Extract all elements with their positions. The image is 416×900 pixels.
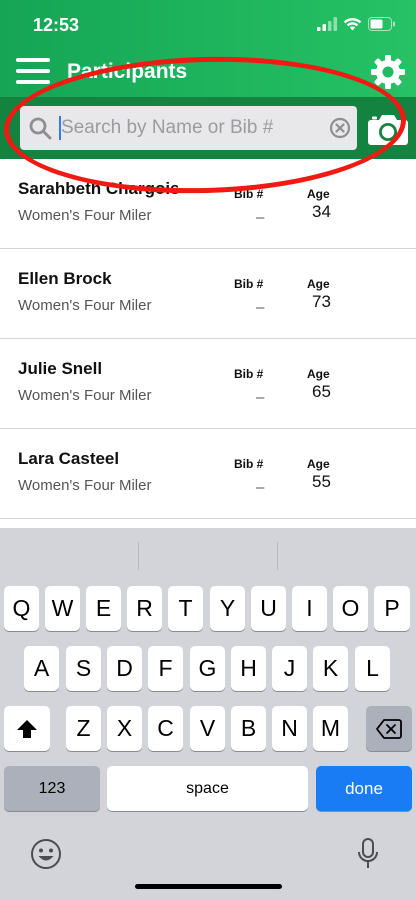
key-i[interactable]: I [292,586,327,631]
age-label: Age [307,277,330,291]
key-p[interactable]: P [374,586,410,631]
participant-name: Sarahbeth Chargois [18,179,178,198]
age-value: 73 [312,292,331,311]
on-screen-keyboard: Q W E R T Y U I O P A S D F G H J K L Z … [0,528,416,900]
page-title: Participants [67,60,188,83]
emoji-icon[interactable] [30,838,62,870]
key-r[interactable]: R [127,586,162,631]
camera-icon[interactable] [367,112,409,146]
key-n[interactable]: N [272,706,307,751]
participant-row[interactable]: Julie Snell Women's Four Miler Bib # – A… [0,339,416,429]
status-time: 12:53 [33,15,80,35]
predictive-bar [0,528,416,584]
participant-name: Julie Snell [18,359,103,378]
key-h[interactable]: H [231,646,266,691]
participant-name: Lara Casteel [18,449,120,468]
numbers-key[interactable]: 123 [4,766,100,811]
bib-label: Bib # [234,187,264,201]
age-label: Age [307,457,330,471]
key-s[interactable]: S [66,646,101,691]
bib-value: – [256,209,265,226]
key-z[interactable]: Z [66,706,101,751]
search-icon [29,117,52,140]
key-u[interactable]: U [251,586,286,631]
bib-value: – [256,479,265,496]
search-box[interactable] [20,106,357,150]
done-key[interactable]: done [316,766,412,811]
key-f[interactable]: F [148,646,183,691]
key-k[interactable]: K [313,646,348,691]
shift-icon [17,719,37,738]
key-b[interactable]: B [231,706,266,751]
participant-list: Sarahbeth Chargois Women's Four Miler Bi… [0,159,416,519]
age-label: Age [307,187,330,201]
wifi-icon [343,17,362,31]
key-y[interactable]: Y [210,586,245,631]
key-d[interactable]: D [107,646,142,691]
bib-label: Bib # [234,367,264,381]
cellular-signal-icon [317,17,337,31]
clear-icon[interactable] [329,117,351,139]
backspace-icon [376,718,402,739]
bib-value: – [256,299,265,316]
age-value: 65 [312,382,331,401]
participant-row[interactable]: Sarahbeth Chargois Women's Four Miler Bi… [0,159,416,249]
key-a[interactable]: A [24,646,59,691]
key-x[interactable]: X [107,706,142,751]
status-bar: 12:53 [0,0,416,50]
age-value: 55 [312,472,331,491]
participant-race: Women's Four Miler [18,387,152,404]
microphone-icon[interactable] [356,837,380,871]
participant-race: Women's Four Miler [18,477,152,494]
participant-race: Women's Four Miler [18,297,152,314]
status-icons [317,17,396,31]
home-indicator [135,884,282,889]
key-q[interactable]: Q [4,586,39,631]
age-label: Age [307,367,330,381]
bib-label: Bib # [234,277,264,291]
participant-name: Ellen Brock [18,269,112,288]
key-o[interactable]: O [333,586,368,631]
key-t[interactable]: T [168,586,203,631]
key-l[interactable]: L [355,646,390,691]
bib-label: Bib # [234,457,264,471]
bib-value: – [256,389,265,406]
search-input[interactable] [61,112,316,144]
participant-row[interactable]: Lara Casteel Women's Four Miler Bib # – … [0,429,416,519]
key-g[interactable]: G [190,646,225,691]
key-c[interactable]: C [148,706,183,751]
key-w[interactable]: W [45,586,80,631]
hamburger-menu-icon[interactable] [16,58,50,88]
participant-row[interactable]: Ellen Brock Women's Four Miler Bib # – A… [0,249,416,339]
app-header: 12:53 Participants [0,0,416,159]
backspace-key[interactable] [366,706,412,751]
gear-icon[interactable] [370,54,406,90]
key-j[interactable]: J [272,646,307,691]
space-key[interactable]: space [107,766,308,811]
participant-race: Women's Four Miler [18,207,152,224]
key-v[interactable]: V [190,706,225,751]
battery-icon [368,17,395,31]
key-m[interactable]: M [313,706,348,751]
age-value: 34 [312,202,331,221]
key-e[interactable]: E [86,586,121,631]
shift-key[interactable] [4,706,50,751]
